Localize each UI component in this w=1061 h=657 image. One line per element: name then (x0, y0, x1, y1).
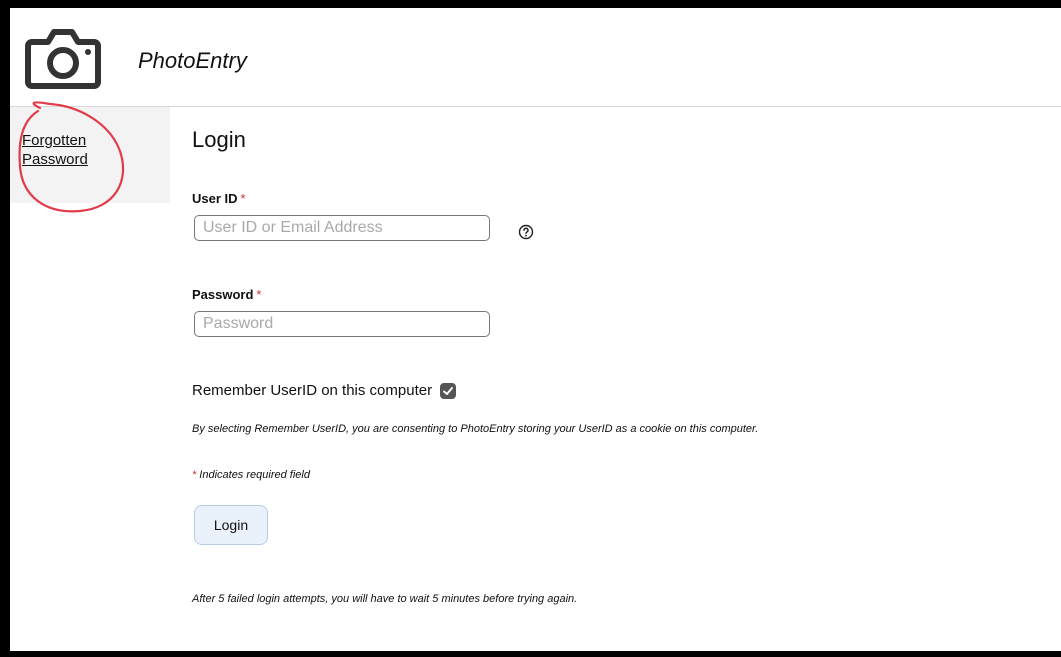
userid-input[interactable] (194, 215, 490, 241)
remember-userid-label: Remember UserID on this computer (192, 382, 433, 399)
consent-note: By selecting Remember UserID, you are co… (192, 423, 759, 435)
password-input[interactable] (194, 311, 490, 337)
camera-icon (25, 29, 101, 89)
forgot-password-link[interactable]: Forgotten Password (22, 131, 112, 169)
remember-userid-row: Remember UserID on this computer (192, 382, 457, 399)
header: PhotoEntry (10, 8, 1061, 107)
required-marker: * (256, 287, 262, 302)
required-field-note: * Indicates required field (192, 469, 310, 481)
login-form: Login User ID* Password* Remember UserID… (192, 107, 1061, 651)
checkmark-icon (443, 386, 454, 395)
login-button[interactable]: Login (194, 505, 268, 545)
password-label: Password * (192, 287, 261, 302)
userid-label-text: User ID (192, 191, 238, 206)
sidebar: Forgotten Password (10, 107, 170, 203)
page-title: Login (192, 127, 246, 152)
userid-label: User ID * (192, 191, 246, 206)
required-field-text: Indicates required field (199, 469, 310, 481)
lockout-note: After 5 failed login attempts, you will … (192, 593, 578, 605)
required-marker: * (192, 469, 197, 481)
required-marker: * (240, 191, 246, 206)
app-name: PhotoEntry (138, 48, 247, 73)
page-frame: PhotoEntry Forgotten Password Login User… (10, 8, 1061, 651)
remember-userid-checkbox[interactable] (440, 382, 457, 399)
question-circle-icon[interactable] (518, 224, 534, 240)
password-label-text: Password (192, 287, 254, 302)
